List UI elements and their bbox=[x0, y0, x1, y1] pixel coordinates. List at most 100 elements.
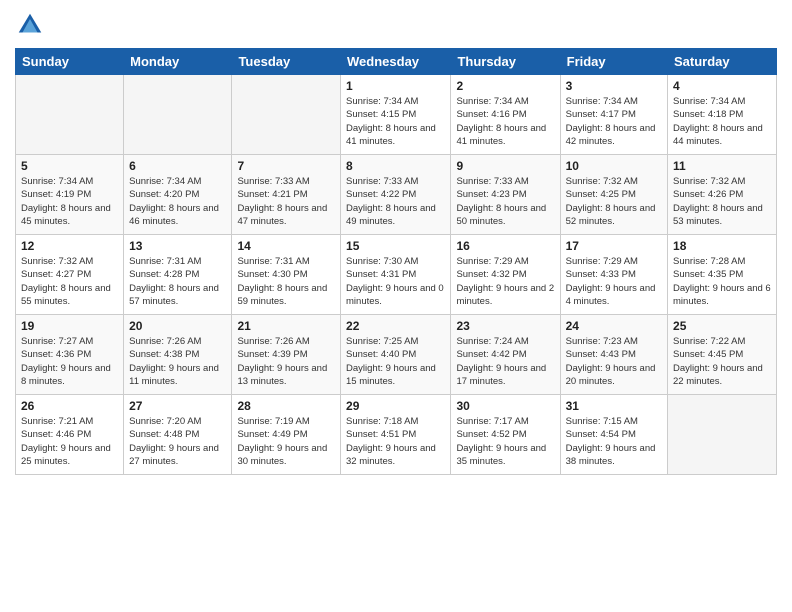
day-number: 28 bbox=[237, 399, 335, 413]
calendar-cell: 2Sunrise: 7:34 AM Sunset: 4:16 PM Daylig… bbox=[451, 75, 560, 155]
day-info: Sunrise: 7:30 AM Sunset: 4:31 PM Dayligh… bbox=[346, 255, 445, 308]
day-header-saturday: Saturday bbox=[668, 49, 777, 75]
calendar-cell: 21 Sunrise: 7:26 AM Sunset: 4:39 PM Dayli… bbox=[232, 315, 341, 395]
calendar-week-row: 26Sunrise: 7:21 AM Sunset: 4:46 PM Dayli… bbox=[16, 395, 777, 475]
calendar-cell: 23 Sunrise: 7:24 AM Sunset: 4:42 PM Dayli… bbox=[451, 315, 560, 395]
day-number: 9 bbox=[456, 159, 554, 173]
day-info: Sunrise: 7:33 AM Sunset: 4:22 PM Dayligh… bbox=[346, 175, 445, 228]
day-info: Sunrise: 7:33 AM Sunset: 4:23 PM Dayligh… bbox=[456, 175, 554, 228]
day-info: Sunrise: 7:31 AM Sunset: 4:28 PM Dayligh… bbox=[129, 255, 226, 308]
calendar-cell: 7 Sunrise: 7:33 AM Sunset: 4:21 PM Daylig… bbox=[232, 155, 341, 235]
day-info: Sunrise: 7:22 AM Sunset: 4:45 PM Dayligh… bbox=[673, 335, 771, 388]
day-number: 12 bbox=[21, 239, 118, 253]
calendar-cell: 5 Sunrise: 7:34 AM Sunset: 4:19 PM Daylig… bbox=[16, 155, 124, 235]
calendar-week-row: 1 Sunrise: 7:34 AM Sunset: 4:15 PM Daylig… bbox=[16, 75, 777, 155]
calendar-cell: 31 Sunrise: 7:15 AM Sunset: 4:54 PM Dayli… bbox=[560, 395, 667, 475]
calendar-cell bbox=[16, 75, 124, 155]
day-info: Sunrise: 7:29 AM Sunset: 4:33 PM Dayligh… bbox=[566, 255, 662, 308]
day-number: 23 bbox=[456, 319, 554, 333]
day-number: 17 bbox=[566, 239, 662, 253]
day-header-friday: Friday bbox=[560, 49, 667, 75]
day-number: 8 bbox=[346, 159, 445, 173]
calendar-cell: 24 Sunrise: 7:23 AM Sunset: 4:43 PM Dayli… bbox=[560, 315, 667, 395]
day-info: Sunrise: 7:34 AM Sunset: 4:15 PM Dayligh… bbox=[346, 95, 445, 148]
calendar-cell: 17 Sunrise: 7:29 AM Sunset: 4:33 PM Dayli… bbox=[560, 235, 667, 315]
day-header-monday: Monday bbox=[124, 49, 232, 75]
calendar-table: SundayMondayTuesdayWednesdayThursdayFrid… bbox=[15, 48, 777, 475]
day-number: 29 bbox=[346, 399, 445, 413]
calendar-cell: 10Sunrise: 7:32 AM Sunset: 4:25 PM Dayli… bbox=[560, 155, 667, 235]
day-number: 25 bbox=[673, 319, 771, 333]
calendar-week-row: 5 Sunrise: 7:34 AM Sunset: 4:19 PM Daylig… bbox=[16, 155, 777, 235]
calendar-cell: 28 Sunrise: 7:19 AM Sunset: 4:49 PM Dayli… bbox=[232, 395, 341, 475]
day-info: Sunrise: 7:31 AM Sunset: 4:30 PM Dayligh… bbox=[237, 255, 335, 308]
calendar-cell: 25 Sunrise: 7:22 AM Sunset: 4:45 PM Dayli… bbox=[668, 315, 777, 395]
day-info: Sunrise: 7:19 AM Sunset: 4:49 PM Dayligh… bbox=[237, 415, 335, 468]
day-number: 14 bbox=[237, 239, 335, 253]
day-number: 7 bbox=[237, 159, 335, 173]
day-info: Sunrise: 7:20 AM Sunset: 4:48 PM Dayligh… bbox=[129, 415, 226, 468]
day-info: Sunrise: 7:33 AM Sunset: 4:21 PM Dayligh… bbox=[237, 175, 335, 228]
calendar-cell: 1 Sunrise: 7:34 AM Sunset: 4:15 PM Daylig… bbox=[341, 75, 451, 155]
day-number: 6 bbox=[129, 159, 226, 173]
day-header-wednesday: Wednesday bbox=[341, 49, 451, 75]
logo-icon bbox=[15, 10, 45, 40]
calendar-cell: 11Sunrise: 7:32 AM Sunset: 4:26 PM Dayli… bbox=[668, 155, 777, 235]
calendar-cell: 13 Sunrise: 7:31 AM Sunset: 4:28 PM Dayli… bbox=[124, 235, 232, 315]
day-info: Sunrise: 7:32 AM Sunset: 4:25 PM Dayligh… bbox=[566, 175, 662, 228]
day-number: 4 bbox=[673, 79, 771, 93]
calendar-cell: 15 Sunrise: 7:30 AM Sunset: 4:31 PM Dayli… bbox=[341, 235, 451, 315]
day-info: Sunrise: 7:32 AM Sunset: 4:27 PM Dayligh… bbox=[21, 255, 118, 308]
day-info: Sunrise: 7:28 AM Sunset: 4:35 PM Dayligh… bbox=[673, 255, 771, 308]
calendar-cell bbox=[124, 75, 232, 155]
calendar-cell: 12 Sunrise: 7:32 AM Sunset: 4:27 PM Dayli… bbox=[16, 235, 124, 315]
day-number: 5 bbox=[21, 159, 118, 173]
day-info: Sunrise: 7:32 AM Sunset: 4:26 PM Dayligh… bbox=[673, 175, 771, 228]
day-number: 26 bbox=[21, 399, 118, 413]
day-number: 31 bbox=[566, 399, 662, 413]
calendar-cell: 4 Sunrise: 7:34 AM Sunset: 4:18 PM Daylig… bbox=[668, 75, 777, 155]
calendar-cell: 26Sunrise: 7:21 AM Sunset: 4:46 PM Dayli… bbox=[16, 395, 124, 475]
day-info: Sunrise: 7:23 AM Sunset: 4:43 PM Dayligh… bbox=[566, 335, 662, 388]
calendar-week-row: 12 Sunrise: 7:32 AM Sunset: 4:27 PM Dayli… bbox=[16, 235, 777, 315]
day-header-sunday: Sunday bbox=[16, 49, 124, 75]
day-info: Sunrise: 7:34 AM Sunset: 4:20 PM Dayligh… bbox=[129, 175, 226, 228]
calendar-cell: 19Sunrise: 7:27 AM Sunset: 4:36 PM Dayli… bbox=[16, 315, 124, 395]
day-number: 1 bbox=[346, 79, 445, 93]
day-number: 21 bbox=[237, 319, 335, 333]
day-info: Sunrise: 7:15 AM Sunset: 4:54 PM Dayligh… bbox=[566, 415, 662, 468]
day-info: Sunrise: 7:17 AM Sunset: 4:52 PM Dayligh… bbox=[456, 415, 554, 468]
logo bbox=[15, 10, 49, 40]
calendar-cell: 8 Sunrise: 7:33 AM Sunset: 4:22 PM Daylig… bbox=[341, 155, 451, 235]
calendar-header-row: SundayMondayTuesdayWednesdayThursdayFrid… bbox=[16, 49, 777, 75]
calendar-cell: 27 Sunrise: 7:20 AM Sunset: 4:48 PM Dayli… bbox=[124, 395, 232, 475]
day-number: 27 bbox=[129, 399, 226, 413]
day-number: 18 bbox=[673, 239, 771, 253]
day-info: Sunrise: 7:24 AM Sunset: 4:42 PM Dayligh… bbox=[456, 335, 554, 388]
day-number: 30 bbox=[456, 399, 554, 413]
calendar-cell: 22 Sunrise: 7:25 AM Sunset: 4:40 PM Dayli… bbox=[341, 315, 451, 395]
day-number: 3 bbox=[566, 79, 662, 93]
calendar-cell: 9 Sunrise: 7:33 AM Sunset: 4:23 PM Daylig… bbox=[451, 155, 560, 235]
calendar-cell: 3 Sunrise: 7:34 AM Sunset: 4:17 PM Daylig… bbox=[560, 75, 667, 155]
day-info: Sunrise: 7:26 AM Sunset: 4:39 PM Dayligh… bbox=[237, 335, 335, 388]
calendar-cell bbox=[668, 395, 777, 475]
day-info: Sunrise: 7:26 AM Sunset: 4:38 PM Dayligh… bbox=[129, 335, 226, 388]
day-number: 15 bbox=[346, 239, 445, 253]
day-number: 2 bbox=[456, 79, 554, 93]
page: SundayMondayTuesdayWednesdayThursdayFrid… bbox=[0, 0, 792, 612]
day-number: 20 bbox=[129, 319, 226, 333]
day-number: 13 bbox=[129, 239, 226, 253]
day-info: Sunrise: 7:27 AM Sunset: 4:36 PM Dayligh… bbox=[21, 335, 118, 388]
day-info: Sunrise: 7:34 AM Sunset: 4:17 PM Dayligh… bbox=[566, 95, 662, 148]
calendar-week-row: 19Sunrise: 7:27 AM Sunset: 4:36 PM Dayli… bbox=[16, 315, 777, 395]
day-info: Sunrise: 7:34 AM Sunset: 4:18 PM Dayligh… bbox=[673, 95, 771, 148]
day-number: 22 bbox=[346, 319, 445, 333]
day-number: 24 bbox=[566, 319, 662, 333]
calendar-cell: 14 Sunrise: 7:31 AM Sunset: 4:30 PM Dayli… bbox=[232, 235, 341, 315]
day-header-tuesday: Tuesday bbox=[232, 49, 341, 75]
day-info: Sunrise: 7:34 AM Sunset: 4:19 PM Dayligh… bbox=[21, 175, 118, 228]
day-header-thursday: Thursday bbox=[451, 49, 560, 75]
day-info: Sunrise: 7:25 AM Sunset: 4:40 PM Dayligh… bbox=[346, 335, 445, 388]
calendar-cell: 30 Sunrise: 7:17 AM Sunset: 4:52 PM Dayli… bbox=[451, 395, 560, 475]
